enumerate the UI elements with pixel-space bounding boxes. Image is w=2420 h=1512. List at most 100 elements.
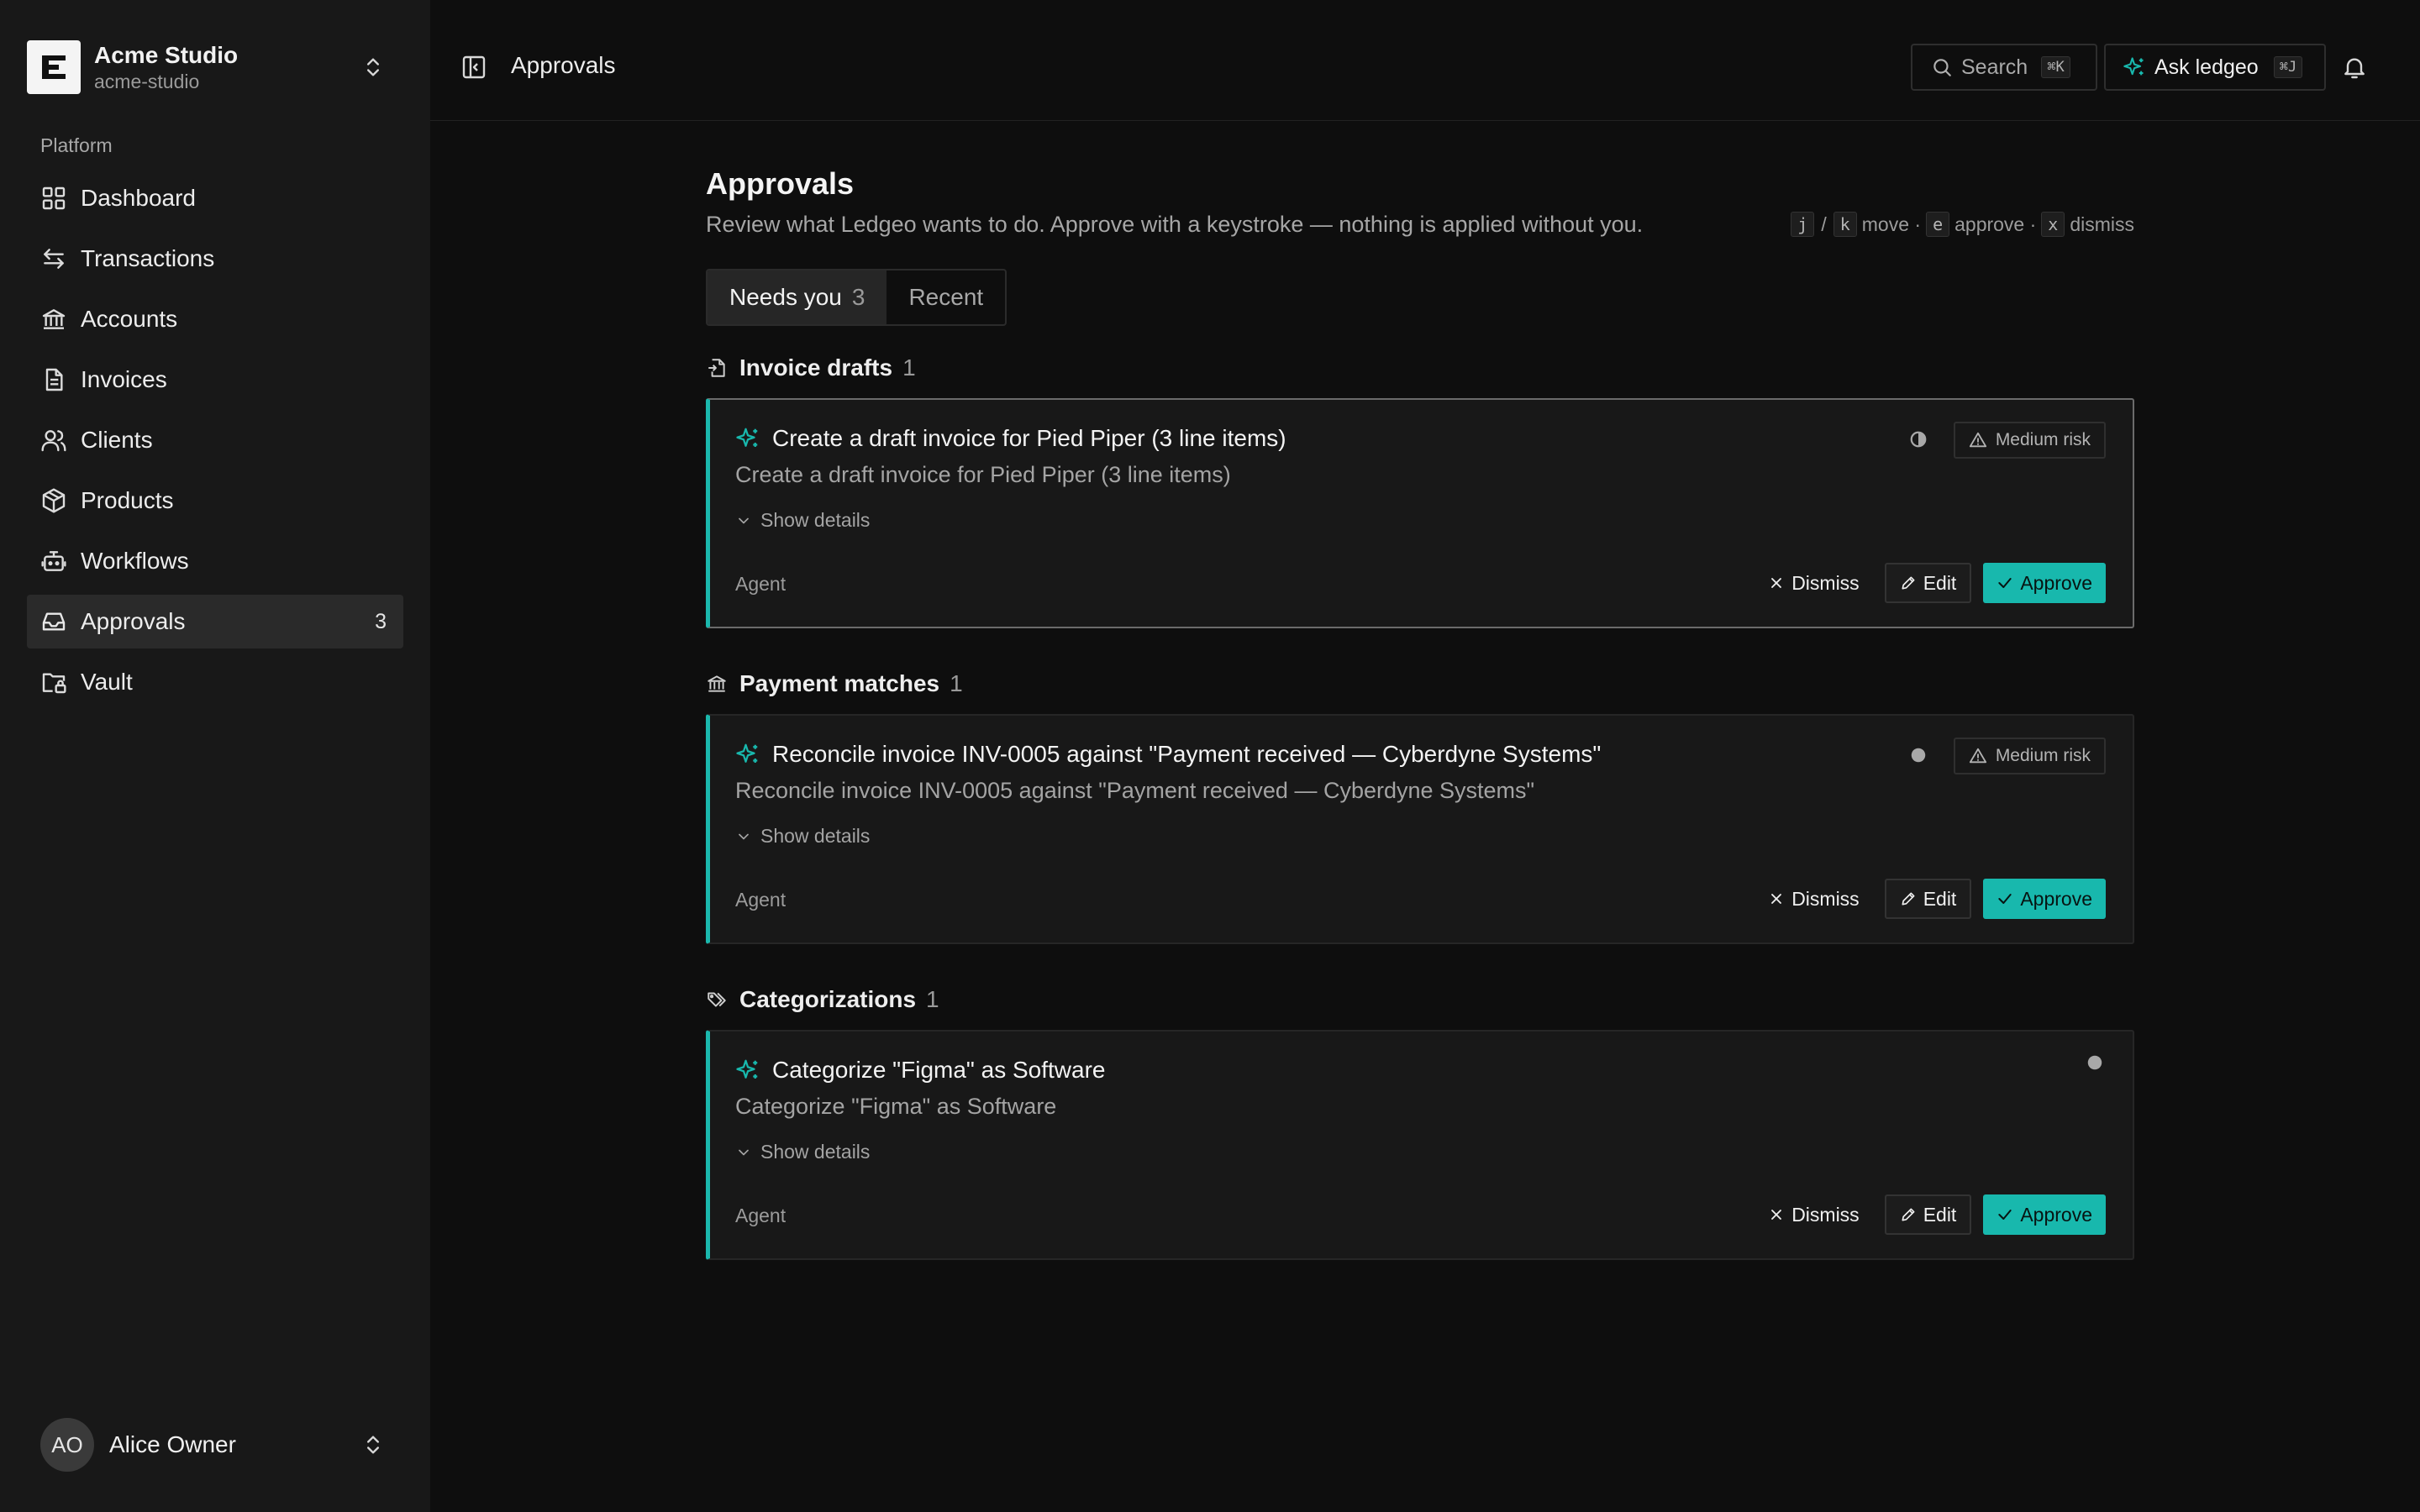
dismiss-button[interactable]: Dismiss (1754, 563, 1873, 603)
approve-label: Approve (2020, 571, 2092, 594)
show-details-toggle[interactable]: Show details (735, 1141, 870, 1163)
tab-recent[interactable]: Recent (886, 270, 1005, 324)
show-details-toggle[interactable]: Show details (735, 825, 870, 848)
chevron-down-icon (739, 517, 749, 523)
sidebar-item-accounts[interactable]: Accounts (27, 292, 403, 346)
sidebar-item-workflows[interactable]: Workflows (27, 534, 403, 588)
workspace-slug: acme-studio (94, 71, 200, 92)
arrows-icon (44, 249, 64, 269)
tags-icon (708, 992, 726, 1007)
sidebar-item-label: Transactions (81, 245, 215, 271)
user-name: Alice Owner (109, 1431, 236, 1457)
ask-ledgeo-label: Ask ledgeo (2154, 55, 2259, 79)
dot-icon (2087, 1055, 2102, 1070)
sidebar-item-label: Clients (81, 427, 153, 453)
sidebar-item-transactions[interactable]: Transactions (27, 232, 403, 286)
search-label: Search (1961, 55, 2028, 79)
show-details-toggle[interactable]: Show details (735, 509, 870, 532)
dismiss-label: Dismiss (1791, 1203, 1860, 1226)
close-icon (1771, 578, 1782, 588)
approval-card[interactable]: Categorize "Figma" as Software Categoriz… (706, 1030, 2134, 1260)
edit-button[interactable]: Edit (1884, 879, 1972, 919)
risk-badge: Medium risk (1953, 422, 2106, 459)
risk-label: Medium risk (1995, 430, 2091, 449)
approval-card[interactable]: Create a draft invoice for Pied Piper (3… (706, 398, 2134, 628)
dismiss-button[interactable]: Dismiss (1754, 1194, 1873, 1235)
sidebar-item-clients[interactable]: Clients (27, 413, 403, 467)
check-icon (1998, 578, 2012, 588)
approval-card[interactable]: Reconcile invoice INV-0005 against "Paym… (706, 714, 2134, 944)
hint-dismiss-label: dismiss (2070, 213, 2134, 235)
sidebar-item-dashboard[interactable]: Dashboard (27, 171, 403, 225)
bank-icon (708, 675, 726, 692)
hint-key-e: e (1926, 212, 1950, 237)
box-icon (42, 488, 66, 513)
inbox-icon (42, 612, 66, 631)
tab-needs-you[interactable]: Needs you 3 (708, 270, 887, 324)
hint-move-label: move · (1861, 213, 1922, 235)
user-menu[interactable]: AO Alice Owner (40, 1418, 397, 1472)
card-actions: Dismiss Edit Approve (1743, 563, 2106, 603)
show-details-label: Show details (760, 509, 871, 531)
risk-label: Medium risk (1995, 746, 2091, 765)
dismiss-label: Dismiss (1791, 571, 1860, 594)
file-icon (45, 368, 63, 391)
check-icon (1998, 894, 2012, 904)
group-header-payment-matches: Payment matches 1 (706, 670, 963, 697)
approvals-count-badge: 3 (375, 609, 387, 633)
search-button[interactable]: Search ⌘K (1911, 44, 2097, 91)
card-description: Create a draft invoice for Pied Piper (3… (735, 462, 1231, 487)
page-breadcrumb: Approvals (511, 52, 616, 78)
edit-label: Edit (1923, 571, 1957, 594)
sparkles-icon (736, 1059, 758, 1079)
approval-tabs: Needs you 3 Recent (706, 269, 1007, 326)
sidebar-item-products[interactable]: Products (27, 474, 403, 528)
group-header-categorizations: Categorizations 1 (706, 986, 939, 1013)
pencil-icon (1902, 1208, 1915, 1221)
bank-icon (42, 309, 66, 329)
sidebar-toggle-icon[interactable] (460, 54, 487, 81)
approve-label: Approve (2020, 887, 2092, 910)
edit-button[interactable]: Edit (1884, 1194, 1972, 1235)
file-import-icon (708, 359, 725, 377)
sidebar-item-vault[interactable]: Vault (27, 655, 403, 709)
search-icon (1933, 59, 1951, 76)
group-count: 1 (926, 986, 939, 1012)
tab-count: 3 (851, 284, 865, 310)
sidebar-item-label: Vault (81, 669, 133, 695)
bell-icon[interactable] (2341, 54, 2368, 81)
card-title: Create a draft invoice for Pied Piper (3… (772, 425, 1286, 451)
sidebar: Acme Studio acme-studio Platform Dashboa… (0, 0, 430, 1512)
approve-button[interactable]: Approve (1983, 879, 2106, 919)
approve-button[interactable]: Approve (1983, 563, 2106, 603)
workspace-switcher[interactable]: Acme Studio acme-studio (27, 34, 397, 101)
dot-icon (1911, 748, 1926, 763)
warning-triangle-icon (1969, 748, 1986, 764)
folder-lock-icon (42, 673, 66, 694)
sidebar-item-invoices[interactable]: Invoices (27, 353, 403, 407)
edit-label: Edit (1923, 1203, 1957, 1226)
close-icon (1771, 1210, 1782, 1220)
card-description: Categorize "Figma" as Software (735, 1094, 1057, 1119)
bot-icon (41, 551, 66, 571)
card-actions: Dismiss Edit Approve (1743, 879, 2106, 919)
group-title: Payment matches (739, 670, 940, 696)
hint-slash: / (1821, 213, 1827, 235)
dismiss-button[interactable]: Dismiss (1754, 879, 1873, 919)
group-title: Invoice drafts (739, 354, 893, 381)
card-title: Categorize "Figma" as Software (772, 1057, 1106, 1083)
card-source: Agent (735, 1205, 786, 1226)
group-title: Categorizations (739, 986, 917, 1012)
show-details-label: Show details (760, 825, 871, 847)
workspace-logo (27, 40, 81, 94)
ask-ledgeo-button[interactable]: Ask ledgeo ⌘J (2104, 44, 2326, 91)
sidebar-item-approvals[interactable]: Approvals 3 (27, 595, 403, 648)
approve-button[interactable]: Approve (1983, 1194, 2106, 1235)
search-shortcut: ⌘K (2041, 56, 2070, 78)
approve-label: Approve (2020, 1203, 2092, 1226)
sidebar-item-label: Workflows (81, 548, 189, 574)
group-header-invoice-drafts: Invoice drafts 1 (706, 354, 916, 381)
chevron-down-icon (739, 1149, 749, 1155)
topbar: Approvals Search ⌘K Ask ledgeo ⌘J (430, 0, 2420, 121)
edit-button[interactable]: Edit (1884, 563, 1972, 603)
